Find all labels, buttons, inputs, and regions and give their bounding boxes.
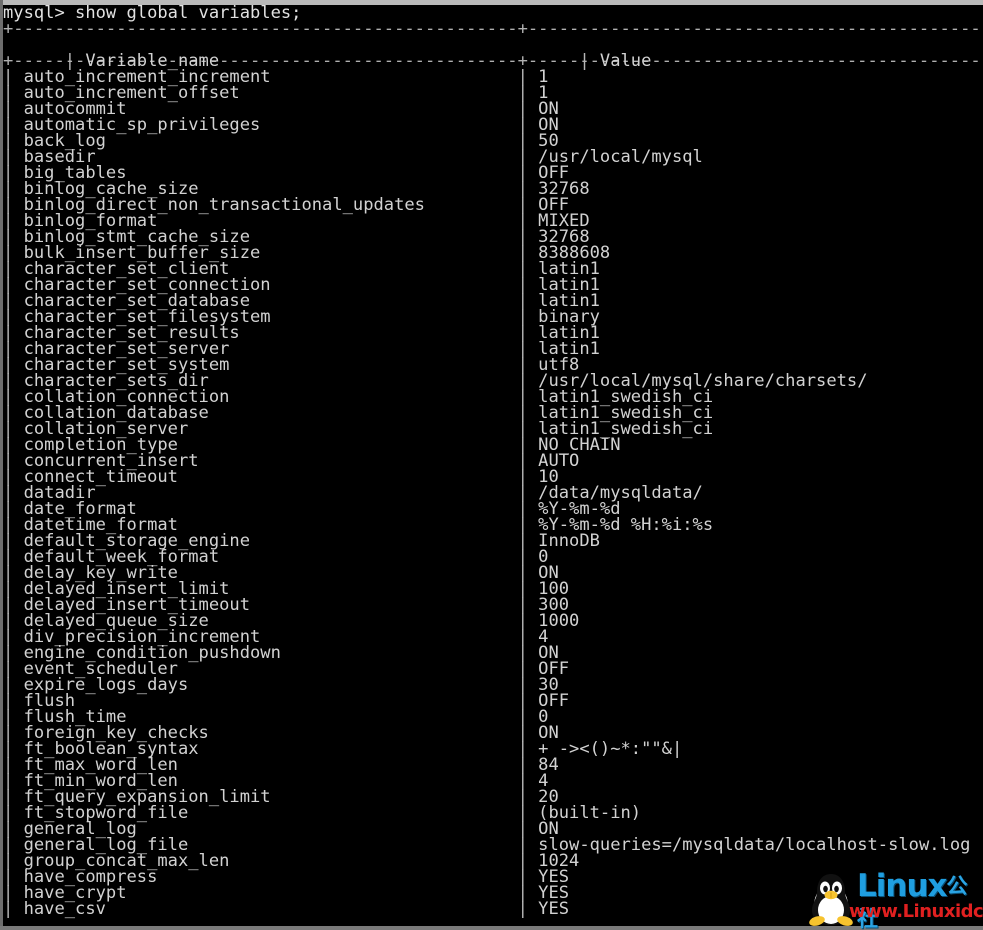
terminal-window: mysql> show global variables; +---------…	[0, 0, 983, 930]
variable-value-cell: + -><()~*:""&|	[538, 739, 683, 759]
table-header-row: | Variable_name | Value	[3, 37, 983, 69]
header-pipe-mid: |	[579, 51, 600, 71]
table-separator-top: +---------------------------------------…	[3, 19, 983, 39]
table-body: | auto_increment_increment | 1 | auto_inc…	[3, 68, 983, 919]
column-header-value: Value	[599, 51, 652, 71]
table-row: | have_csv | YES	[3, 899, 983, 919]
row-pipe-left: |	[3, 899, 24, 919]
terminal-screen[interactable]: mysql> show global variables; +---------…	[3, 5, 983, 926]
variable-name-cell: have_csv	[23, 899, 518, 919]
variable-value-cell: slow-queries=/mysqldata/localhost-slow.l…	[538, 835, 971, 855]
window-bottom-edge	[0, 926, 983, 930]
variable-value-cell: YES	[538, 899, 570, 919]
row-pipe-mid: |	[517, 899, 539, 919]
